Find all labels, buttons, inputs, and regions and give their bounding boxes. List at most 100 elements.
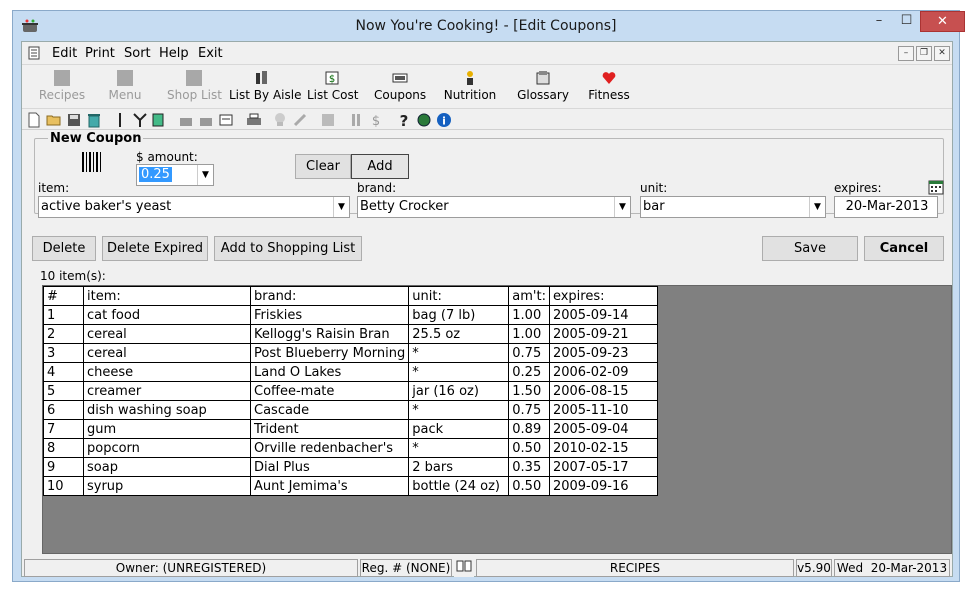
cell-item[interactable]: soap xyxy=(83,457,251,477)
cell-item[interactable]: cereal xyxy=(83,343,251,363)
nutrition-button[interactable]: Nutrition xyxy=(443,67,497,102)
cell-amount[interactable]: 1.50 xyxy=(508,381,550,401)
expires-field[interactable]: 20-Mar-2013 xyxy=(834,196,938,218)
printer-icon[interactable] xyxy=(246,112,262,128)
item-dropdown[interactable]: active baker's yeast ▼ xyxy=(38,196,350,218)
cell-unit[interactable]: pack xyxy=(408,419,510,439)
trash-icon[interactable] xyxy=(86,112,102,128)
delete-expired-button[interactable]: Delete Expired xyxy=(102,236,208,261)
cell-unit[interactable]: 25.5 oz xyxy=(408,324,510,344)
table-row[interactable]: 8 popcorn Orville redenbacher's * 0.50 2010-0… xyxy=(43,438,658,458)
cell-expires[interactable]: 2009-09-16 xyxy=(548,476,658,496)
cell-amount[interactable]: 0.35 xyxy=(508,457,550,477)
menu-button[interactable]: Menu xyxy=(102,67,148,102)
cell-number[interactable]: 1 xyxy=(43,305,84,325)
cell-item[interactable]: cat food xyxy=(83,305,251,325)
table-row[interactable]: 6 dish washing soap Cascade * 0.75 2005-11-10 xyxy=(43,400,658,420)
tools-icon[interactable] xyxy=(292,112,308,128)
list-cost-button[interactable]: $ List Cost xyxy=(307,67,358,102)
save-button[interactable]: Save xyxy=(762,236,858,261)
table-row[interactable]: 10 syrup Aunt Jemima's bottle (24 oz) 0.50 20… xyxy=(43,476,658,496)
fitness-button[interactable]: Fitness xyxy=(588,67,630,102)
save-disk-icon[interactable] xyxy=(66,112,82,128)
table-row[interactable]: 7 gum Trident pack 0.89 2005-09-04 xyxy=(43,419,658,439)
delete-button[interactable]: Delete xyxy=(32,236,96,261)
menu-exit[interactable]: Exit xyxy=(198,46,223,61)
cell-unit[interactable]: 2 bars xyxy=(408,457,510,477)
cell-unit[interactable]: * xyxy=(408,343,510,363)
cell-amount[interactable]: 1.00 xyxy=(508,324,550,344)
list-by-aisle-button[interactable]: List By Aisle xyxy=(229,67,301,102)
column-header-number[interactable]: # xyxy=(43,286,84,306)
globe-icon[interactable] xyxy=(416,112,432,128)
cell-number[interactable]: 3 xyxy=(43,343,84,363)
cell-brand[interactable]: Orville redenbacher's xyxy=(249,438,410,458)
cell-number[interactable]: 8 xyxy=(43,438,84,458)
minimize-button[interactable]: – xyxy=(865,11,893,32)
menu-edit[interactable]: Edit xyxy=(52,46,77,61)
cell-brand[interactable]: Cascade xyxy=(249,400,410,420)
shop-list-button[interactable]: Shop List xyxy=(167,67,222,102)
document-icon[interactable] xyxy=(28,46,40,60)
knife-icon[interactable] xyxy=(112,112,128,128)
menu-print[interactable]: Print xyxy=(85,46,115,61)
export-icon[interactable] xyxy=(198,112,214,128)
cell-unit[interactable]: bag (7 lb) xyxy=(408,305,510,325)
cell-unit[interactable]: * xyxy=(408,362,510,382)
import-icon[interactable] xyxy=(178,112,194,128)
cell-expires[interactable]: 2006-02-09 xyxy=(548,362,658,382)
open-folder-icon[interactable] xyxy=(46,112,62,128)
column-header-amount[interactable]: am't: xyxy=(508,286,550,306)
cancel-button[interactable]: Cancel xyxy=(864,236,944,261)
mdi-close-button[interactable]: ✕ xyxy=(934,46,950,61)
cell-number[interactable]: 5 xyxy=(43,381,84,401)
calculator-icon[interactable] xyxy=(320,112,336,128)
menu-help[interactable]: Help xyxy=(159,46,189,61)
dollar-icon[interactable]: $ xyxy=(368,112,384,128)
cell-unit[interactable]: jar (16 oz) xyxy=(408,381,510,401)
cell-item[interactable]: gum xyxy=(83,419,251,439)
cell-expires[interactable]: 2005-09-23 xyxy=(548,343,658,363)
maximize-button[interactable]: ☐ xyxy=(893,11,920,32)
add-button[interactable]: Add xyxy=(351,154,409,179)
cell-item[interactable]: popcorn xyxy=(83,438,251,458)
cell-brand[interactable]: Trident xyxy=(249,419,410,439)
glossary-button[interactable]: Glossary xyxy=(515,67,571,102)
coupon-table[interactable]: # item: brand: unit: am't: expires: 1 cat… xyxy=(43,286,658,496)
column-header-brand[interactable]: brand: xyxy=(249,286,410,306)
cell-brand[interactable]: Coffee-mate xyxy=(249,381,410,401)
cell-brand[interactable]: Friskies xyxy=(249,305,410,325)
filter-icon[interactable] xyxy=(132,112,148,128)
table-row[interactable]: 3 cereal Post Blueberry Morning * 0.75 2005-0… xyxy=(43,343,658,363)
coupon-grid-area[interactable]: # item: brand: unit: am't: expires: 1 cat… xyxy=(42,285,952,554)
cell-number[interactable]: 9 xyxy=(43,457,84,477)
cell-unit[interactable]: * xyxy=(408,438,510,458)
cell-expires[interactable]: 2007-05-17 xyxy=(548,457,658,477)
add-to-shopping-list-button[interactable]: Add to Shopping List xyxy=(214,236,362,261)
cell-item[interactable]: cereal xyxy=(83,324,251,344)
unit-dropdown[interactable]: bar ▼ xyxy=(640,196,826,218)
chevron-down-icon[interactable]: ▼ xyxy=(333,197,349,217)
table-row[interactable]: 9 soap Dial Plus 2 bars 0.35 2007-05-17 xyxy=(43,457,658,477)
cell-amount[interactable]: 0.50 xyxy=(508,438,550,458)
cell-number[interactable]: 4 xyxy=(43,362,84,382)
mdi-minimize-button[interactable]: – xyxy=(898,46,914,61)
column-header-expires[interactable]: expires: xyxy=(548,286,658,306)
cell-brand[interactable]: Kellogg's Raisin Bran xyxy=(249,324,410,344)
cell-amount[interactable]: 0.25 xyxy=(508,362,550,382)
glass-icon[interactable] xyxy=(150,112,166,128)
cell-amount[interactable]: 0.89 xyxy=(508,419,550,439)
chef-hat-icon[interactable] xyxy=(272,112,288,128)
table-row[interactable]: 4 cheese Land O Lakes * 0.25 2006-02-09 xyxy=(43,362,658,382)
info-icon[interactable]: i xyxy=(436,112,452,128)
cell-item[interactable]: syrup xyxy=(83,476,251,496)
calendar-icon[interactable] xyxy=(928,179,944,195)
cell-item[interactable]: creamer xyxy=(83,381,251,401)
cell-brand[interactable]: Dial Plus xyxy=(249,457,410,477)
cell-amount[interactable]: 0.75 xyxy=(508,400,550,420)
cell-number[interactable]: 10 xyxy=(43,476,84,496)
brand-dropdown[interactable]: Betty Crocker ▼ xyxy=(357,196,631,218)
amount-dropdown[interactable]: 0.25 ▼ xyxy=(136,164,214,186)
table-row[interactable]: 1 cat food Friskies bag (7 lb) 1.00 2005-09-1… xyxy=(43,305,658,325)
edit-list-icon[interactable] xyxy=(218,112,234,128)
